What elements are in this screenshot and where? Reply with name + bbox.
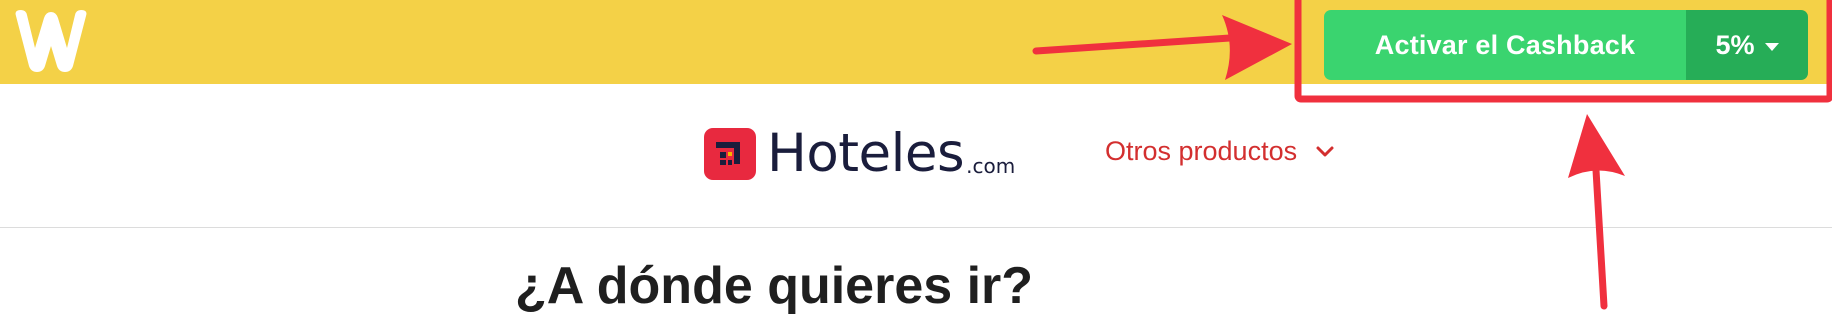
- extension-bar: Activar el Cashback 5%: [0, 0, 1832, 84]
- cashback-button[interactable]: Activar el Cashback 5%: [1324, 10, 1808, 80]
- site-header: Hoteles .com Otros productos: [0, 84, 1832, 228]
- page-headline: ¿A dónde quieres ir?: [514, 257, 1034, 315]
- activate-cashback-label: Activar el Cashback: [1374, 29, 1636, 60]
- screenshot-stage: Activar el Cashback 5% Hoteles .com Otro…: [0, 0, 1832, 334]
- chevron-down-icon: [1316, 146, 1334, 156]
- caret-down-icon: [1764, 42, 1779, 51]
- other-products-label: Otros productos: [1105, 136, 1298, 166]
- cashback-rate-value: 5%: [1715, 29, 1755, 60]
- cashback-rate-dropdown[interactable]: 5%: [1686, 10, 1808, 80]
- brand-name: Hoteles: [767, 123, 965, 184]
- brand-tld: .com: [966, 154, 1016, 178]
- brand-logo-link[interactable]: Hoteles .com: [704, 123, 1016, 184]
- activate-cashback-button[interactable]: Activar el Cashback: [1324, 10, 1686, 80]
- w-logo-icon[interactable]: [10, 6, 92, 74]
- hotels-logo-icon: [704, 128, 756, 180]
- other-products-menu[interactable]: Otros productos: [1105, 136, 1335, 167]
